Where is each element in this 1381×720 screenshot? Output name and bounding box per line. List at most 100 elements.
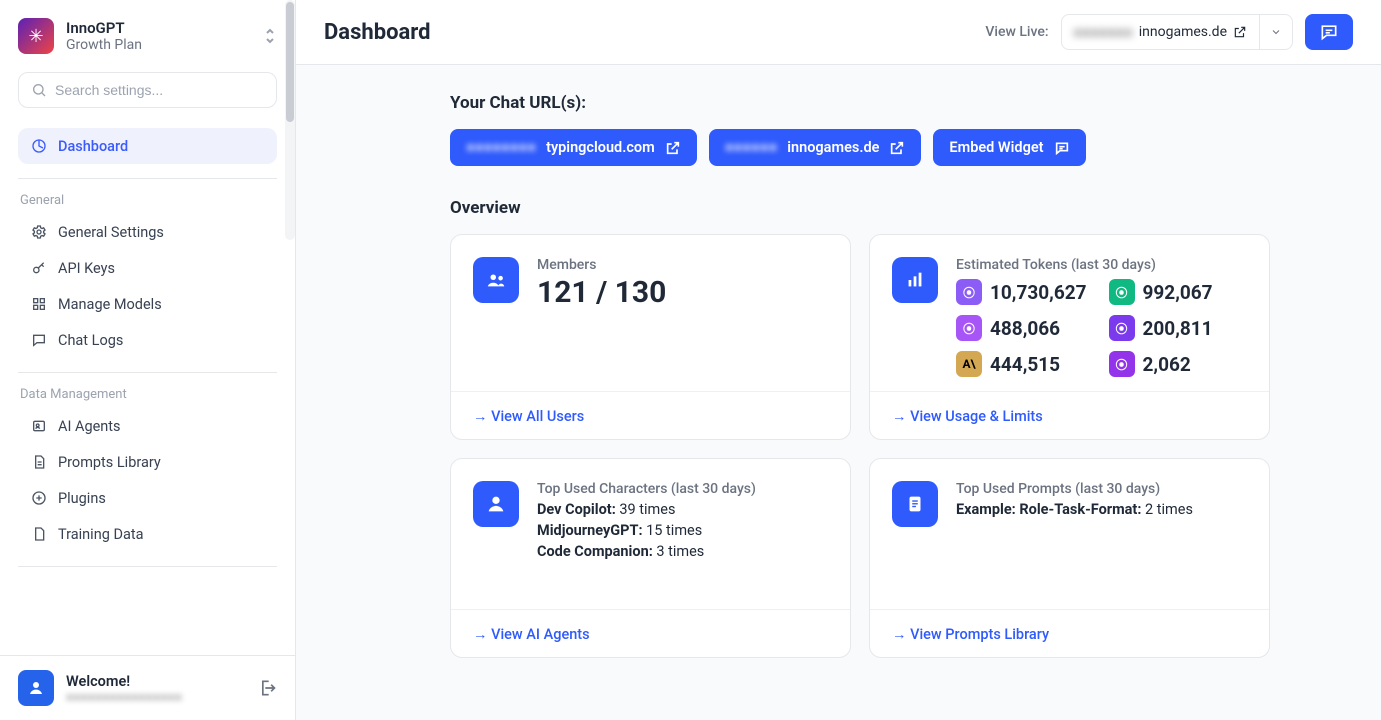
document-icon (30, 453, 48, 471)
model-badge-icon: ⦿ (956, 279, 982, 305)
model-badge-icon: A\ (956, 351, 982, 377)
live-url-selector[interactable]: ■■■■■■■ innogames.de (1061, 14, 1293, 50)
token-value: 444,515 (990, 353, 1060, 376)
view-all-users-link[interactable]: → View All Users (473, 408, 584, 425)
prompts-label: Top Used Prompts (last 30 days) (956, 481, 1247, 497)
chat-widget-button[interactable] (1305, 14, 1353, 50)
search-input[interactable] (55, 82, 264, 98)
person-icon (473, 481, 519, 527)
members-label: Members (537, 257, 828, 273)
sidebar-scrollbar[interactable] (285, 0, 295, 240)
dashboard-icon (30, 137, 48, 155)
chat-url-primary[interactable]: ■■■■■■■■ typingcloud.com (450, 129, 697, 166)
sidebar-item-dashboard[interactable]: Dashboard (18, 128, 277, 164)
stat-row: Code Companion: 3 times (537, 543, 828, 560)
page-title: Dashboard (324, 20, 431, 45)
sidebar-item-label: AI Agents (58, 418, 121, 435)
section-label-general: General (18, 193, 277, 208)
sidebar-item-label: Chat Logs (58, 332, 123, 349)
token-value: 2,062 (1143, 353, 1191, 376)
user-avatar-icon (18, 670, 54, 706)
token-item: ⦿ 10,730,627 (956, 279, 1095, 305)
file-icon (30, 525, 48, 543)
sidebar-item-training-data[interactable]: Training Data (18, 516, 277, 552)
sidebar-item-label: Plugins (58, 490, 106, 507)
workspace-plan: Growth Plan (66, 37, 251, 53)
token-item: ⦿ 200,811 (1109, 315, 1248, 341)
key-icon (30, 259, 48, 277)
sidebar: ✳ InnoGPT Growth Plan Dashboard General … (0, 0, 296, 720)
view-prompts-link[interactable]: → View Prompts Library (892, 626, 1049, 643)
sidebar-item-label: API Keys (58, 260, 115, 277)
model-badge-icon: ⦿ (956, 315, 982, 341)
viewlive-label: View Live: (985, 24, 1048, 40)
logout-button[interactable] (257, 678, 277, 698)
person-card-icon (30, 417, 48, 435)
workspace-logo: ✳ (18, 18, 54, 54)
stat-row: Dev Copilot: 39 times (537, 501, 828, 518)
search-settings[interactable] (18, 72, 277, 108)
card-prompts: Top Used Prompts (last 30 days) Example:… (869, 458, 1270, 658)
tokens-label: Estimated Tokens (last 30 days) (956, 257, 1247, 273)
model-badge-icon: ⦿ (1109, 279, 1135, 305)
document-icon (892, 481, 938, 527)
token-item: ⦿ 488,066 (956, 315, 1095, 341)
live-url-suffix: innogames.de (1139, 24, 1227, 40)
sidebar-item-label: General Settings (58, 224, 164, 241)
grid-icon (30, 295, 48, 313)
token-value: 10,730,627 (990, 281, 1087, 304)
chat-url-secondary[interactable]: ■■■■■■ innogames.de (709, 129, 922, 166)
sidebar-item-label: Dashboard (58, 138, 128, 155)
stat-row: MidjourneyGPT: 15 times (537, 522, 828, 539)
characters-label: Top Used Characters (last 30 days) (537, 481, 828, 497)
chat-icon (30, 331, 48, 349)
welcome-email: ■■■■■■■■■■■■■■■■ (66, 690, 182, 704)
welcome-label: Welcome! (66, 673, 182, 690)
token-value: 200,811 (1143, 317, 1213, 340)
external-link-icon (1233, 25, 1247, 39)
external-link-icon (665, 140, 681, 156)
external-link-icon (889, 140, 905, 156)
overview-heading: Overview (450, 198, 1270, 218)
chart-icon (892, 257, 938, 303)
token-value: 488,066 (990, 317, 1060, 340)
chevron-down-icon[interactable] (1259, 15, 1292, 49)
chat-urls-heading: Your Chat URL(s): (450, 93, 1270, 113)
model-badge-icon: ⦿ (1109, 351, 1135, 377)
gear-icon (30, 223, 48, 241)
sidebar-item-plugins[interactable]: Plugins (18, 480, 277, 516)
model-badge-icon: ⦿ (1109, 315, 1135, 341)
token-item: A\ 444,515 (956, 351, 1095, 377)
sidebar-item-label: Manage Models (58, 296, 162, 313)
sidebar-item-chat-logs[interactable]: Chat Logs (18, 322, 277, 358)
sidebar-footer: Welcome! ■■■■■■■■■■■■■■■■ (0, 655, 295, 720)
chevrons-updown-icon[interactable] (263, 27, 277, 45)
chat-icon (1054, 140, 1070, 156)
sidebar-item-label: Prompts Library (58, 454, 161, 471)
embed-widget-button[interactable]: Embed Widget (933, 129, 1085, 166)
token-value: 992,067 (1143, 281, 1213, 304)
members-icon (473, 257, 519, 303)
members-value: 121 / 130 (537, 275, 828, 310)
sidebar-item-api-keys[interactable]: API Keys (18, 250, 277, 286)
sidebar-item-general-settings[interactable]: General Settings (18, 214, 277, 250)
search-icon (31, 82, 47, 98)
stat-row: Example: Role-Task-Format: 2 times (956, 501, 1247, 518)
workspace-name: InnoGPT (66, 19, 251, 37)
card-tokens: Estimated Tokens (last 30 days) ⦿ 10,730,… (869, 234, 1270, 440)
sidebar-item-prompts-library[interactable]: Prompts Library (18, 444, 277, 480)
sidebar-item-manage-models[interactable]: Manage Models (18, 286, 277, 322)
plus-circle-icon (30, 489, 48, 507)
token-item: ⦿ 992,067 (1109, 279, 1248, 305)
card-members: Members 121 / 130 → View All Users (450, 234, 851, 440)
sidebar-item-label: Training Data (58, 526, 143, 543)
topbar: Dashboard View Live: ■■■■■■■ innogames.d… (296, 0, 1381, 65)
live-url-prefix: ■■■■■■■ (1074, 24, 1133, 41)
token-item: ⦿ 2,062 (1109, 351, 1248, 377)
section-label-data: Data Management (18, 387, 277, 402)
view-usage-link[interactable]: → View Usage & Limits (892, 408, 1043, 425)
sidebar-item-ai-agents[interactable]: AI Agents (18, 408, 277, 444)
view-ai-agents-link[interactable]: → View AI Agents (473, 626, 590, 643)
card-characters: Top Used Characters (last 30 days) Dev C… (450, 458, 851, 658)
workspace-switcher[interactable]: ✳ InnoGPT Growth Plan (18, 18, 277, 54)
